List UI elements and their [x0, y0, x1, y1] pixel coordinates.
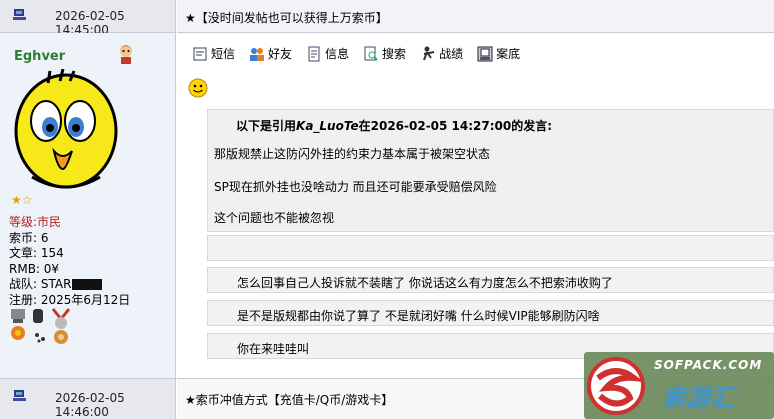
- articles: 文章: 154: [9, 246, 64, 260]
- record-button[interactable]: 战绩: [420, 45, 463, 62]
- reply-box-2: 是不是版规都由你说了算了 不是就闭好嘴 什么时候VIP能够刷防闪啥: [207, 300, 774, 326]
- next-post-header-left: 2026-02-05 14:46:00: [0, 378, 176, 419]
- quote-prefix: 以下是引用: [236, 119, 297, 133]
- rank-stars: ★☆: [11, 193, 33, 207]
- level-value: 市民: [37, 215, 62, 229]
- next-post-timestamp: 2026-02-05 14:46:00: [55, 391, 125, 419]
- quote-author[interactable]: Ka_LuoTe: [296, 119, 359, 133]
- quote-line-2: SP现在抓外挂也没啥动力 而且还可能要承受赔偿风险: [214, 180, 497, 194]
- search-icon: [364, 46, 378, 61]
- search-button[interactable]: 搜索: [363, 45, 406, 62]
- username[interactable]: Eghver: [14, 49, 65, 64]
- clan: 战队: STAR: [9, 277, 130, 293]
- smiley-icon: [188, 78, 208, 98]
- reply-text-3: 你在来哇哇叫: [237, 342, 310, 356]
- clan-text: 战队: STAR: [9, 277, 72, 291]
- quote-line-1: 那版规禁止这防闪外挂的约束力基本属于被架空状态: [214, 147, 491, 161]
- info-button[interactable]: 信息: [306, 45, 349, 62]
- clan-redacted: [72, 279, 103, 290]
- quote-suffix: 在2026-02-05 14:27:00的发言:: [358, 119, 553, 133]
- archive-button[interactable]: 案底: [477, 45, 520, 62]
- info-icon: [308, 46, 320, 61]
- user-toolbar: 短信 好友 信息 搜索 战绩 案底: [192, 45, 520, 62]
- watermark-brand: 索游汇: [662, 384, 734, 412]
- computer-icon: [13, 9, 26, 20]
- post-title[interactable]: ★【没时间发帖也可以获得上万索币】: [185, 9, 388, 26]
- post-header-right: ★【没时间发帖也可以获得上万索币】: [177, 0, 774, 33]
- rmb: RMB: 0¥: [9, 261, 60, 276]
- level-label: 等级:: [9, 215, 38, 229]
- quote-line-3: 这个问题也不能被忽视: [214, 211, 335, 225]
- coins: 索币: 6: [9, 230, 49, 245]
- message-icon: [193, 47, 207, 60]
- reply-text-1: 怎么回事自己人投诉就不装瞎了 你说话这么有力度怎么不把索沛收购了: [237, 276, 613, 290]
- friend-label: 好友: [268, 47, 293, 61]
- archive-icon: [477, 46, 493, 61]
- next-post-title[interactable]: ★索币冲值方式【充值卡/Q币/游戏卡】: [185, 391, 393, 408]
- info-label: 信息: [325, 47, 350, 61]
- reply-text-2: 是不是版规都由你说了算了 不是就闭好嘴 什么时候VIP能够刷防闪啥: [237, 309, 600, 323]
- message-label: 短信: [211, 47, 236, 61]
- message-button[interactable]: 短信: [192, 45, 235, 62]
- empty-box: [207, 235, 774, 261]
- watermark-site: SOFPACK.COM: [654, 358, 763, 372]
- gender-icon: [118, 45, 134, 64]
- post-header-left: 2026-02-05 14:45:00: [0, 0, 176, 37]
- friend-button[interactable]: 好友: [249, 45, 292, 62]
- soldier-icon: [423, 46, 435, 60]
- quote-header: 以下是引用Ka_LuoTe在2026-02-05 14:27:00的发言:: [236, 117, 552, 134]
- avatar[interactable]: [10, 69, 122, 199]
- search-label: 搜索: [382, 47, 407, 61]
- record-label: 战绩: [439, 47, 464, 61]
- archive-label: 案底: [496, 47, 521, 61]
- medal-icons: [11, 308, 71, 344]
- friends-icon: [250, 47, 265, 61]
- watermark-logo: SOFPACK.COM 索游汇: [584, 352, 774, 419]
- join-date: 注册: 2025年6月12日: [9, 292, 131, 307]
- user-profile-sidebar: Eghver ★☆ 等级:市民 索币: 6 文章: 154 RMB: 0¥ 战队…: [0, 33, 176, 378]
- user-stats: 等级:市民 索币: 6 文章: 154 RMB: 0¥ 战队: STAR 注册:…: [9, 215, 130, 308]
- quote-block: 以下是引用Ka_LuoTe在2026-02-05 14:27:00的发言: 那版…: [207, 109, 774, 232]
- reply-box-1: 怎么回事自己人投诉就不装瞎了 你说话这么有力度怎么不把索沛收购了: [207, 267, 774, 293]
- logo-emblem-icon: [587, 357, 645, 415]
- computer-icon: [13, 390, 26, 401]
